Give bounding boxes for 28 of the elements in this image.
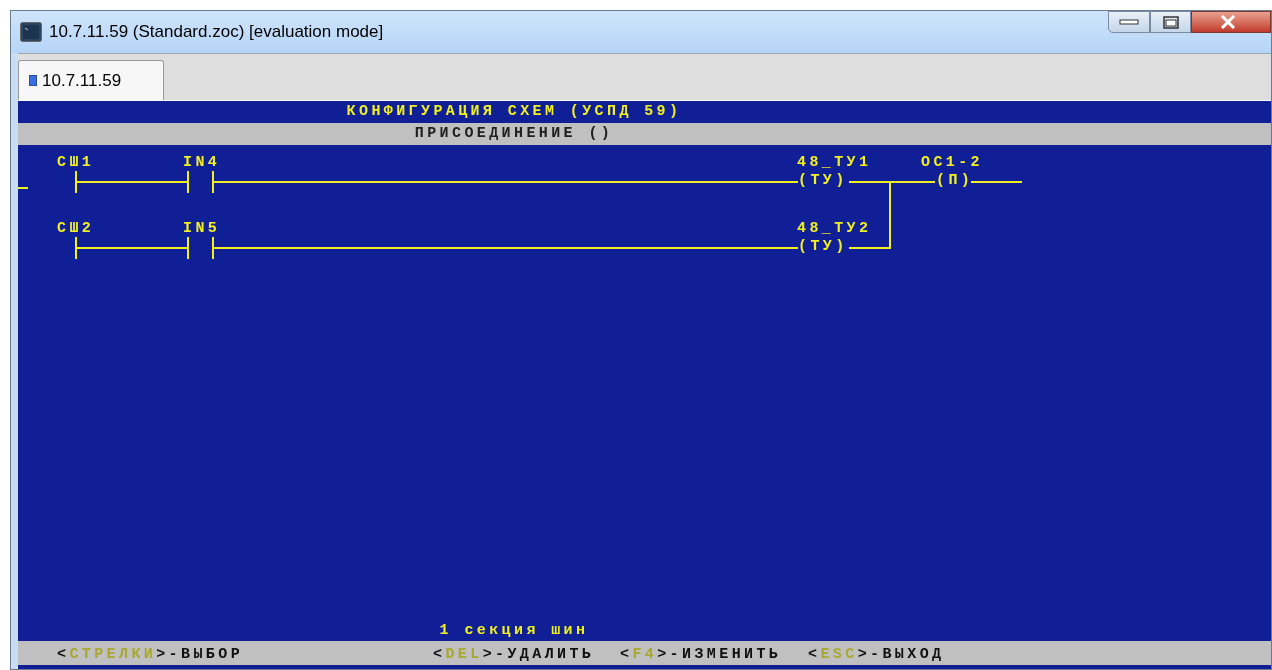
screen-title: КОНФИГУРАЦИЯ СХЕМ (УСПД 59) bbox=[346, 101, 682, 122]
window-title: 10.7.11.59 (Standard.zoc) [evaluation mode] bbox=[49, 21, 384, 44]
contact-label: IN5 bbox=[183, 220, 221, 238]
coil-label: 48_ТУ2 bbox=[797, 220, 872, 238]
terminal-app-icon bbox=[20, 22, 42, 42]
coil-label: 48_ТУ1 bbox=[797, 154, 872, 172]
coil-symbol: (ТУ) bbox=[798, 172, 848, 190]
tab-icon bbox=[29, 75, 37, 86]
screen-subtitle: ПРИСОЕДИНЕНИЕ () bbox=[414, 123, 614, 144]
maximize-icon bbox=[1162, 15, 1179, 29]
close-icon bbox=[1220, 15, 1236, 29]
text-cursor bbox=[18, 187, 29, 189]
coil-symbol: (ТУ) bbox=[798, 238, 848, 256]
output-label: ОС1-2 bbox=[921, 154, 983, 172]
key-hint: <ESC>-ВЫХОД bbox=[808, 645, 945, 665]
close-button[interactable] bbox=[1191, 11, 1271, 33]
key-hint: <F4>-ИЗМЕНИТЬ bbox=[620, 645, 782, 665]
key-hint: <DEL>-УДАЛИТЬ bbox=[433, 645, 595, 665]
contact-label: IN4 bbox=[183, 154, 221, 172]
section-label: 1 секция шин bbox=[439, 620, 589, 641]
maximize-button[interactable] bbox=[1150, 11, 1191, 33]
bus-label: СШ1 bbox=[57, 154, 95, 172]
key-hint: <СТРЕЛКИ>-ВЫБОР bbox=[57, 645, 244, 665]
minimize-icon bbox=[1119, 19, 1139, 25]
terminal-tab[interactable]: 10.7.11.59 bbox=[18, 60, 164, 100]
bus-label: СШ2 bbox=[57, 220, 95, 238]
coil-symbol: (П) bbox=[936, 172, 974, 190]
minimize-button[interactable] bbox=[1108, 11, 1150, 33]
